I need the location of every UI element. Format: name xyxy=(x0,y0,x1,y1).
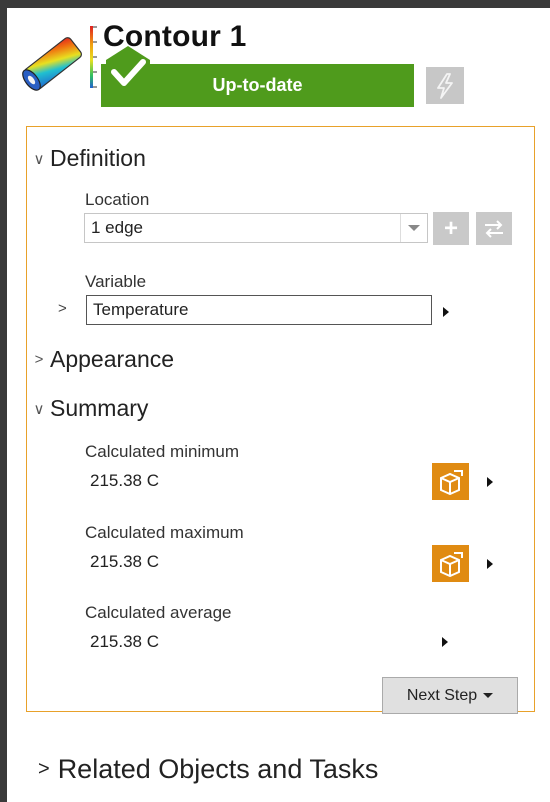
checkmark-icon xyxy=(106,46,150,98)
next-step-button[interactable]: Next Step xyxy=(382,677,518,714)
expand-variable-icon[interactable]: > xyxy=(58,300,67,317)
caret-down-icon xyxy=(483,693,494,698)
lightning-icon xyxy=(437,72,453,99)
variable-label: Variable xyxy=(85,272,147,291)
related-objects-header[interactable]: > Related Objects and Tasks xyxy=(38,754,378,785)
minimum-menu-arrow-icon[interactable] xyxy=(487,477,493,487)
location-dropdown[interactable]: 1 edge xyxy=(84,213,428,243)
window-frame-left xyxy=(0,0,7,802)
show-maximum-location-button[interactable] xyxy=(432,545,469,582)
variable-menu-arrow-icon[interactable] xyxy=(443,307,449,317)
summary-item-value: 215.38 C xyxy=(90,552,159,571)
summary-item-label: Calculated minimum xyxy=(85,442,239,461)
section-appearance-header[interactable]: > Appearance xyxy=(30,346,174,373)
variable-field[interactable]: Temperature xyxy=(86,295,432,325)
chevron-down-icon: ∨ xyxy=(33,150,45,168)
chevron-right-icon: > xyxy=(38,758,50,780)
variable-value: Temperature xyxy=(93,300,189,319)
next-step-label: Next Step xyxy=(406,686,478,704)
summary-item-value: 215.38 C xyxy=(90,632,159,651)
status-label: Up-to-date xyxy=(212,75,303,95)
section-appearance-label: Appearance xyxy=(50,346,175,372)
section-summary-label: Summary xyxy=(50,395,149,421)
dropdown-arrow-icon[interactable] xyxy=(400,214,427,242)
summary-item-label: Calculated average xyxy=(85,603,232,622)
summary-item-label: Calculated maximum xyxy=(85,523,244,542)
section-summary-header[interactable]: ∨ Summary xyxy=(30,395,149,422)
location-label: Location xyxy=(85,190,150,209)
location-value: 1 edge xyxy=(91,218,143,237)
maximum-menu-arrow-icon[interactable] xyxy=(487,559,493,569)
average-menu-arrow-icon[interactable] xyxy=(442,637,448,647)
probe-box-icon xyxy=(439,469,463,495)
update-button[interactable] xyxy=(426,67,464,104)
section-definition-header[interactable]: ∨ Definition xyxy=(30,145,146,172)
add-location-button[interactable]: + xyxy=(433,212,469,245)
section-definition-label: Definition xyxy=(50,145,146,171)
summary-item-value: 215.38 C xyxy=(90,471,159,490)
chevron-right-icon: > xyxy=(34,351,44,368)
swap-arrows-icon xyxy=(485,219,503,238)
probe-box-icon xyxy=(439,551,463,577)
chevron-down-icon: ∨ xyxy=(33,400,45,418)
swap-location-button[interactable] xyxy=(476,212,512,245)
plus-icon: + xyxy=(443,214,458,242)
related-objects-label: Related Objects and Tasks xyxy=(57,754,379,784)
window-frame-top xyxy=(0,0,550,8)
contour-cylinder-icon xyxy=(22,26,97,91)
show-minimum-location-button[interactable] xyxy=(432,463,469,500)
